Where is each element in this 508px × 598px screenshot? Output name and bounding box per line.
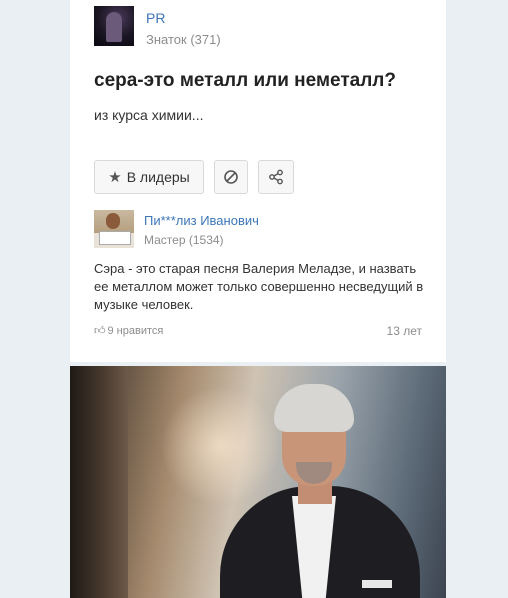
block-icon (224, 170, 238, 184)
share-button[interactable] (258, 160, 294, 194)
answer-author-name-link[interactable]: Пи***лиз Иванович (144, 213, 259, 228)
star-icon: ★ (108, 169, 122, 186)
answer-author-rank: Мастер (1534) (144, 233, 224, 247)
answer-avatar[interactable] (94, 210, 134, 248)
likes-count: 9 нравится (107, 325, 164, 337)
block-button[interactable] (214, 160, 248, 194)
share-icon (269, 169, 283, 185)
like-button[interactable]: 👍︎ 9 нравится (94, 324, 163, 337)
answer-text: Сэра - это старая песня Валерия Меладзе,… (94, 261, 424, 312)
to-leaders-button[interactable]: ★ В лидеры (94, 160, 204, 194)
thumbs-up-icon: 👍︎ (94, 325, 106, 337)
question-subtitle: из курса химии... (94, 107, 204, 123)
author-name-link[interactable]: PR (146, 10, 165, 26)
answer-age: 13 лет (386, 324, 422, 338)
author-rank: Знаток (371) (146, 32, 221, 47)
to-leaders-label: В лидеры (126, 169, 190, 185)
photo-of-man (70, 366, 446, 598)
question-card: PR Знаток (371) сера-это металл или неме… (70, 0, 446, 362)
question-title: сера-это металл или неметалл? (94, 70, 396, 91)
avatar[interactable] (94, 6, 134, 46)
